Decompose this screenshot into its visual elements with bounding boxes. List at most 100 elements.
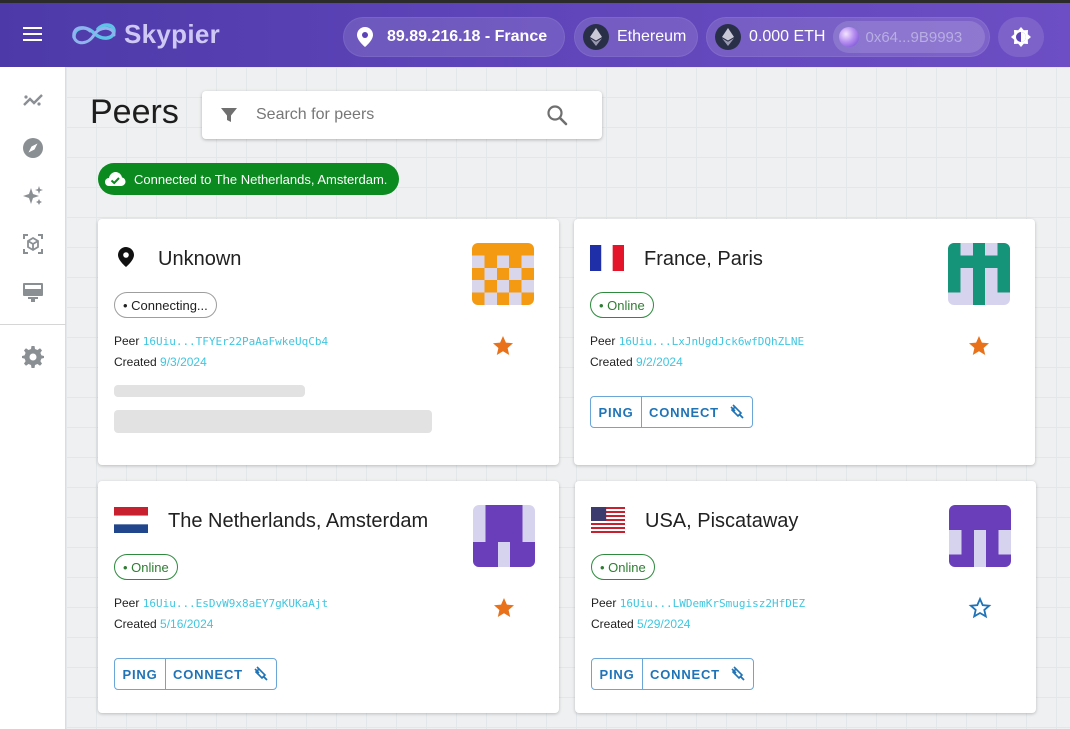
connect-label: CONNECT — [649, 404, 719, 420]
created-date: 5/29/2024 — [637, 617, 691, 631]
network-name: Ethereum — [617, 28, 687, 45]
peer-id[interactable]: 16Uiu...LWDemKrSmugisz2HfDEZ — [620, 597, 805, 610]
main-content: Peers Connected to The Netherlands, Amst… — [66, 67, 1070, 729]
network-chip[interactable]: Ethereum — [574, 17, 698, 57]
ping-button[interactable]: PING — [592, 659, 643, 689]
peer-actions: PING CONNECT — [591, 658, 754, 690]
wallet-address-chip[interactable]: 0x64...9B9993 — [833, 21, 986, 53]
france-flag-icon — [590, 245, 624, 271]
analytics-icon — [23, 94, 43, 106]
peer-info: Peer 16Uiu...LWDemKrSmugisz2HfDEZ Create… — [591, 593, 805, 634]
settings-icon — [22, 346, 44, 368]
peer-location: USA, Piscataway — [645, 510, 799, 532]
search-bar[interactable] — [202, 91, 602, 139]
location-pin-icon — [357, 27, 373, 47]
ping-button[interactable]: PING — [115, 659, 166, 689]
sidebar-item-analytics[interactable] — [21, 88, 45, 112]
sidebar — [0, 67, 66, 729]
connect-label: CONNECT — [650, 666, 720, 682]
peer-info: Peer 16Uiu...LxJnUgdJck6wfDQhZLNE Create… — [590, 331, 804, 372]
location-chip[interactable]: 89.89.216.18 - France — [343, 17, 565, 57]
peer-card: The Netherlands, Amsterdam • Online Peer… — [98, 481, 559, 713]
sidebar-item-dashboard[interactable] — [21, 280, 45, 304]
status-badge: • Online — [114, 554, 178, 580]
search-icon[interactable] — [546, 104, 568, 126]
loading-skeleton — [114, 385, 305, 397]
created-label: Created — [114, 617, 157, 631]
filter-icon[interactable] — [220, 106, 238, 124]
ethereum-icon — [715, 24, 741, 50]
top-app-bar: Skypier 89.89.216.18 - France Ethereum 0… — [0, 0, 1070, 67]
status-badge: • Connecting... — [114, 292, 217, 318]
connection-status-badge: Connected to The Netherlands, Amsterdam. — [98, 163, 400, 195]
created-label: Created — [591, 617, 634, 631]
star-filled-icon[interactable] — [492, 596, 516, 620]
wallet-avatar — [839, 27, 860, 47]
connect-button[interactable]: CONNECT — [642, 397, 752, 427]
peer-avatar — [949, 505, 1011, 567]
wallet-balance: 0.000 ETH — [749, 28, 826, 45]
connect-label: CONNECT — [173, 666, 243, 682]
peer-card: Unknown • Connecting... Peer 16Uiu...TFY… — [98, 219, 559, 465]
peer-label: Peer — [591, 596, 617, 610]
connect-button[interactable]: CONNECT — [643, 659, 753, 689]
app-logo[interactable]: Skypier — [68, 16, 220, 52]
peer-avatar — [948, 243, 1010, 305]
ethereum-icon — [583, 24, 609, 50]
usa-flag-icon — [591, 507, 625, 533]
star-filled-icon[interactable] — [491, 334, 515, 358]
peer-id[interactable]: 16Uiu...EsDvW9x8aEY7gKUKaAjt — [143, 597, 328, 610]
peer-avatar — [472, 243, 534, 305]
cloud-done-icon — [105, 172, 126, 186]
peer-label: Peer — [114, 596, 140, 610]
ping-button[interactable]: PING — [591, 397, 642, 427]
created-date: 9/2/2024 — [636, 355, 683, 369]
peer-info: Peer 16Uiu...TFYEr22PaAaFwkeUqCb4 Create… — [114, 331, 328, 372]
peer-card: France, Paris • Online Peer 16Uiu...LxJn… — [574, 219, 1035, 465]
sidebar-item-sparkle[interactable] — [21, 184, 45, 208]
sidebar-item-explore[interactable] — [21, 136, 45, 160]
peer-card: USA, Piscataway • Online Peer 16Uiu...LW… — [575, 481, 1036, 713]
power-plug-icon — [254, 666, 268, 681]
peer-id[interactable]: 16Uiu...TFYEr22PaAaFwkeUqCb4 — [143, 335, 328, 348]
peer-info: Peer 16Uiu...EsDvW9x8aEY7gKUKaAjt Create… — [114, 593, 328, 634]
brightness-icon — [1011, 27, 1031, 47]
peer-location: Unknown — [158, 248, 242, 270]
connect-button[interactable]: CONNECT — [166, 659, 276, 689]
star-filled-icon[interactable] — [967, 334, 991, 358]
loading-skeleton — [114, 410, 432, 433]
netherlands-flag-icon — [114, 507, 148, 533]
star-outline-icon[interactable] — [968, 596, 992, 620]
connection-status-text: Connected to The Netherlands, Amsterdam. — [134, 171, 388, 187]
menu-icon[interactable] — [20, 23, 46, 49]
theme-toggle-button[interactable] — [998, 17, 1044, 57]
created-date: 5/16/2024 — [160, 617, 214, 631]
peer-avatar — [473, 505, 535, 567]
sidebar-item-ar[interactable] — [21, 232, 45, 256]
wallet-address: 0x64...9B9993 — [865, 28, 963, 46]
peer-actions: PING CONNECT — [114, 658, 277, 690]
status-badge: • Online — [591, 554, 655, 580]
peer-id[interactable]: 16Uiu...LxJnUgdJck6wfDQhZLNE — [619, 335, 804, 348]
app-name: Skypier — [124, 18, 221, 49]
skypier-logo-icon — [72, 23, 116, 45]
sparkle-icon — [23, 186, 43, 205]
location-text: 89.89.216.18 - France — [387, 28, 548, 45]
peer-label: Peer — [590, 334, 616, 348]
power-plug-icon — [730, 404, 744, 419]
wallet-chip[interactable]: 0.000 ETH 0x64...9B9993 — [706, 17, 990, 57]
location-pin-icon — [118, 247, 134, 267]
status-badge: • Online — [590, 292, 654, 318]
peer-location: France, Paris — [644, 248, 763, 270]
sidebar-item-settings[interactable] — [21, 345, 45, 369]
peer-actions: PING CONNECT — [590, 396, 753, 428]
dashboard-icon — [23, 283, 43, 302]
search-input[interactable] — [256, 106, 546, 124]
peer-location: The Netherlands, Amsterdam — [168, 510, 429, 532]
explore-icon — [23, 138, 43, 158]
created-label: Created — [114, 355, 157, 369]
created-label: Created — [590, 355, 633, 369]
page-title: Peers — [90, 93, 179, 131]
sidebar-divider — [0, 324, 66, 325]
power-plug-icon — [731, 666, 745, 681]
